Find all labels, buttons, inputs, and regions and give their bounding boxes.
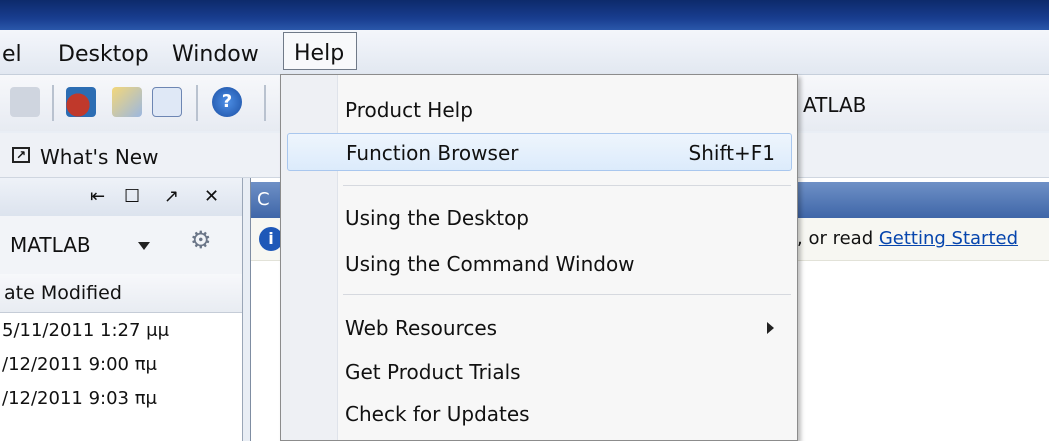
file-row[interactable]: /12/2011 9:03 πμ (0, 382, 242, 416)
panel-header: ⇤ ☐ ↗ ✕ (0, 178, 242, 217)
menu-item-using-the-desktop[interactable]: Using the Desktop (287, 199, 792, 237)
maximize-icon[interactable]: ☐ (124, 186, 140, 207)
menu-help[interactable]: Help (283, 32, 357, 70)
gear-icon[interactable]: ⚙ (190, 226, 212, 254)
getting-started-link[interactable]: Getting Started (879, 228, 1018, 249)
file-row[interactable]: /12/2011 9:00 πμ (0, 348, 242, 382)
folder-selector-row: MATLAB ⚙ (0, 216, 242, 275)
info-text: , or read Getting Started (797, 228, 1019, 249)
close-icon[interactable]: ✕ (204, 186, 219, 207)
folder-combo[interactable]: MATLAB (10, 226, 160, 264)
menu-bar: el Desktop Window Help (0, 30, 1049, 75)
help-menu-dropdown: Product Help Function Browser Shift+F1 U… (280, 74, 798, 441)
menu-item-shortcut: Shift+F1 (688, 141, 775, 165)
toolbar-separator (196, 85, 198, 121)
menu-model[interactable]: el (2, 42, 22, 68)
menu-separator (343, 185, 791, 186)
folder-combo-value: MATLAB (10, 233, 91, 257)
menu-desktop[interactable]: Desktop (58, 42, 149, 68)
help-icon[interactable]: ? (212, 87, 242, 117)
menu-item-label: Using the Command Window (345, 252, 635, 276)
menu-window[interactable]: Window (172, 42, 259, 68)
whats-new-shortcut[interactable]: What's New (40, 145, 158, 169)
menu-item-function-browser[interactable]: Function Browser Shift+F1 (287, 133, 792, 171)
menu-item-label: Function Browser (346, 141, 519, 165)
menu-item-label: Using the Desktop (345, 206, 530, 230)
menu-help-label: Help (294, 41, 345, 66)
toolbar-separator (264, 85, 266, 121)
menu-item-using-the-command-window[interactable]: Using the Command Window (287, 245, 792, 283)
menu-item-label: Get Product Trials (345, 360, 521, 384)
menu-item-label: Product Help (345, 98, 473, 122)
file-date: 5/11/2011 1:27 μμ (2, 320, 170, 341)
chevron-down-icon (138, 242, 150, 250)
chevron-right-icon (767, 322, 774, 334)
pop-out-icon[interactable]: ↗ (164, 186, 179, 207)
redo-icon[interactable] (10, 87, 40, 117)
undock-icon[interactable]: ⇤ (90, 186, 105, 207)
column-header-date-modified[interactable]: ate Modified (0, 274, 242, 313)
shortcut-icon: ↗ (12, 147, 30, 163)
current-folder-panel: ⇤ ☐ ↗ ✕ MATLAB ⚙ ate Modified 5/11/2011 … (0, 178, 243, 441)
toolbar-separator (52, 85, 54, 121)
command-window-title-text: C (257, 189, 270, 210)
menu-item-label: Check for Updates (345, 402, 530, 426)
file-row[interactable]: 5/11/2011 1:27 μμ (0, 314, 242, 348)
column-header-label: ate Modified (4, 282, 122, 304)
profiler-icon[interactable] (152, 87, 182, 117)
guide-icon[interactable] (112, 87, 142, 117)
file-date: /12/2011 9:03 πμ (2, 388, 157, 409)
file-date: /12/2011 9:00 πμ (2, 354, 157, 375)
menu-item-web-resources[interactable]: Web Resources (287, 309, 792, 347)
menu-separator (343, 294, 791, 295)
menu-item-label: Web Resources (345, 316, 498, 340)
simulink-icon[interactable] (66, 87, 96, 117)
current-folder-field[interactable]: ATLAB (803, 93, 866, 117)
title-bar (0, 0, 1049, 30)
menu-item-get-product-trials[interactable]: Get Product Trials (287, 353, 792, 391)
menu-item-check-for-updates[interactable]: Check for Updates (287, 395, 792, 433)
menu-item-product-help[interactable]: Product Help (287, 91, 792, 129)
